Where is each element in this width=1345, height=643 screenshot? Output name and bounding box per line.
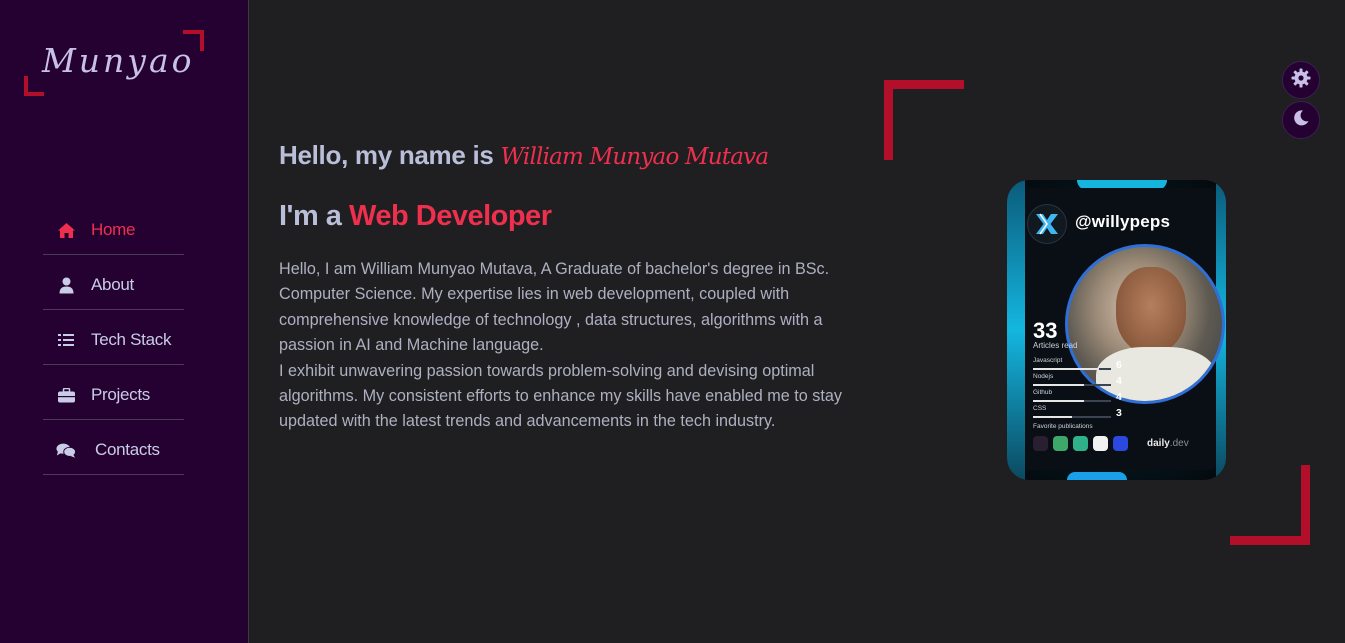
favorites-label: Favorite publications <box>1033 423 1093 430</box>
stat-label: Nodejs <box>1033 373 1054 380</box>
bio-paragraph: Hello, I am William Munyao Mutava, A Gra… <box>279 257 879 435</box>
stat-label: CSS <box>1033 405 1047 412</box>
theme-toggle-button[interactable] <box>1282 101 1320 139</box>
nav-item-projects[interactable]: Projects <box>43 365 184 420</box>
nav-label-tech-stack: Tech Stack <box>91 330 172 349</box>
nav-label-contacts: Contacts <box>95 440 160 459</box>
comments-icon <box>56 440 76 460</box>
settings-button[interactable] <box>1282 61 1320 99</box>
publication-icon <box>1113 436 1128 451</box>
full-name: William Munyao Mutava <box>500 144 769 170</box>
brand-name: daily <box>1147 438 1170 449</box>
stat-row: CSS 3 <box>1033 405 1125 419</box>
nav-item-about[interactable]: About <box>43 255 184 310</box>
nav-item-home[interactable]: Home <box>43 200 184 255</box>
stat-value: 3 <box>1116 407 1122 419</box>
publication-icon <box>1073 436 1088 451</box>
nav-label-about: About <box>91 275 134 294</box>
bio-line: comprehensive knowledge of technology , … <box>279 310 823 329</box>
stat-label: Github <box>1033 389 1053 396</box>
card-glow-left <box>1007 180 1025 480</box>
profile-handle: @willypeps <box>1075 212 1171 231</box>
role-title: Web Developer <box>349 200 552 232</box>
articles-label: Articles read <box>1033 341 1078 350</box>
stat-bar <box>1033 400 1111 402</box>
stat-bar <box>1033 368 1111 370</box>
brand-suffix: .dev <box>1169 438 1189 449</box>
bio-line: Hello, I am William Munyao Mutava, A Gra… <box>279 260 830 278</box>
stat-bar-fill <box>1033 400 1084 402</box>
nav-label-projects: Projects <box>91 385 151 404</box>
nav-label-home: Home <box>91 220 136 239</box>
greeting-text: Hello, my name is <box>279 140 494 170</box>
publication-icon <box>1033 436 1048 451</box>
main-nav: Home About Tech Stack Projects Contacts <box>43 200 184 475</box>
photo-face <box>1116 267 1186 353</box>
daily-dev-brand: daily.dev <box>1147 438 1189 449</box>
stat-bar-fill <box>1033 384 1084 386</box>
site-logo[interactable]: Munyao <box>24 30 204 96</box>
role-prefix: I'm a <box>279 200 342 232</box>
bio-line: algorithms. My consistent efforts to enh… <box>279 387 842 406</box>
stat-bar-fill <box>1033 416 1072 418</box>
favorite-publications <box>1033 436 1128 451</box>
stat-bar-fill <box>1033 368 1100 370</box>
bio-line: updated with the latest trends and advan… <box>279 412 776 431</box>
greeting-heading: Hello, my name is William Munyao Mutava <box>279 140 769 171</box>
stat-row: Javascript 6 <box>1033 357 1125 371</box>
publication-icon <box>1053 436 1068 451</box>
user-icon <box>56 275 76 295</box>
gear-icon <box>1291 68 1311 93</box>
stat-bar <box>1033 384 1111 386</box>
logo-text: Munyao <box>42 41 195 80</box>
briefcase-icon <box>56 385 76 405</box>
stat-row: Nodejs 4 <box>1033 373 1125 387</box>
stat-value: 4 <box>1116 375 1122 387</box>
stat-value: 6 <box>1116 359 1122 371</box>
stat-value: 4 <box>1116 391 1122 403</box>
stat-row: Github 4 <box>1033 389 1125 403</box>
moon-icon <box>1292 109 1310 132</box>
bio-line: I exhibit unwavering passion towards pro… <box>279 361 815 380</box>
publication-icon <box>1093 436 1108 451</box>
decorative-bracket-bottom-right <box>1230 465 1310 545</box>
list-icon <box>56 330 76 350</box>
daily-dev-profile-card[interactable]: @willypeps 33 Articles read Javascript 6… <box>1007 180 1226 480</box>
card-glow-bottom <box>1067 472 1127 480</box>
logo-corner-bottom-left <box>24 76 44 96</box>
role-heading: I'm a Web Developer <box>279 200 552 233</box>
sidebar: Munyao Home About Tech Stack Projects Co… <box>0 0 249 643</box>
bio-line: passion in AI and Machine language. <box>279 336 544 355</box>
decorative-bracket-top-left <box>884 80 964 160</box>
nav-item-contacts[interactable]: Contacts <box>43 420 184 475</box>
stat-bar <box>1033 416 1111 418</box>
profile-logo-icon <box>1027 204 1067 244</box>
profile-photo <box>1065 244 1225 404</box>
stat-label: Javascript <box>1033 357 1063 364</box>
home-icon <box>56 220 76 240</box>
bio-line: Computer Science. My expertise lies in w… <box>279 285 790 304</box>
nav-item-tech-stack[interactable]: Tech Stack <box>43 310 184 365</box>
